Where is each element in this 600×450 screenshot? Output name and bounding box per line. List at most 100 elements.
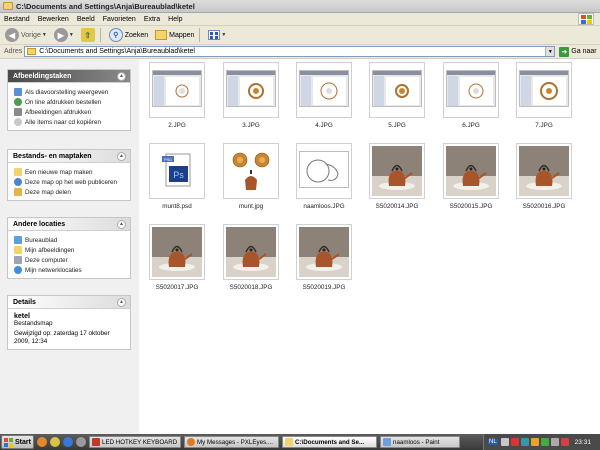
file-thumbnail[interactable] [296, 224, 352, 280]
file-thumbnail[interactable]: PSD Ps [149, 143, 205, 199]
network-places-link[interactable]: Mijn netwerklocaties [14, 265, 126, 275]
file-name[interactable]: naamloos.JPG [288, 203, 360, 210]
file-thumbnail[interactable] [223, 143, 279, 199]
details-header[interactable]: Details ▲ [8, 296, 130, 309]
taskbar-button-label: LED HOTKEY KEYBOARD [102, 438, 178, 446]
details-panel: Details ▲ ketel Bestandsmap Gewijzigd op… [7, 295, 131, 350]
copy-to-cd-link[interactable]: Alle items naar cd kopiëren [14, 117, 126, 127]
file-list: 2.JPG 3.JPG 4.JPG 5.JPG 6.JPG 7.JPG PSD Ps munt8… [139, 59, 600, 434]
collapse-chevron-icon[interactable]: ▲ [117, 219, 126, 229]
file-name[interactable]: 7.JPG [508, 122, 580, 129]
file-name[interactable]: S5020016.JPG [508, 203, 580, 210]
file-thumbnail[interactable] [296, 143, 352, 199]
file-name[interactable]: munt.jpg [215, 203, 287, 210]
menu-favorites[interactable]: Favorieten [99, 16, 140, 23]
forward-button[interactable]: ▶ ▼ [52, 27, 76, 43]
start-button[interactable]: Start [1, 435, 34, 449]
tray-icon[interactable] [540, 438, 549, 446]
file-name[interactable]: 2.JPG [141, 122, 213, 129]
tray-icon[interactable] [560, 438, 569, 446]
taskbar-button-messages[interactable]: My Messages - PXLEyes.... [184, 436, 279, 448]
svg-text:PSD: PSD [164, 157, 172, 162]
file-tasks-header[interactable]: Bestands- en maptaken ▲ [8, 150, 130, 163]
file-thumbnail[interactable] [296, 62, 352, 118]
link-label: Mijn afbeeldingen [25, 246, 75, 254]
file-name[interactable]: S5020017.JPG [141, 284, 213, 291]
windows-logo-icon [4, 437, 13, 447]
file-thumbnail[interactable] [223, 62, 279, 118]
file-thumbnail[interactable] [369, 143, 425, 199]
folders-button[interactable]: Mappen [153, 27, 196, 43]
file-name[interactable]: 4.JPG [288, 122, 360, 129]
file-thumbnail[interactable] [443, 62, 499, 118]
quicklaunch-icon[interactable] [50, 437, 60, 447]
quicklaunch-icon[interactable] [37, 437, 47, 447]
tray-icon[interactable] [530, 438, 539, 446]
new-folder-link[interactable]: Een nieuwe map maken [14, 167, 126, 177]
desktop-link[interactable]: Bureaublad [14, 235, 126, 245]
my-pictures-link[interactable]: Mijn afbeeldingen [14, 245, 126, 255]
other-places-panel: Andere locaties ▲ Bureaublad Mijn afbeel… [7, 217, 131, 279]
order-prints-link[interactable]: On line afdrukken bestellen [14, 97, 126, 107]
panel-title: Details [13, 298, 36, 306]
go-button[interactable]: ➜ Ga naar [559, 46, 597, 57]
picture-tasks-header[interactable]: Afbeeldingstaken ▲ [8, 70, 130, 83]
search-button[interactable]: ⚲ Zoeken [107, 27, 150, 43]
taskbar-button-explorer[interactable]: C:\Documents and Se... [282, 436, 377, 448]
collapse-chevron-icon[interactable]: ▲ [117, 297, 126, 307]
chevron-down-icon[interactable]: ▼ [545, 47, 555, 56]
address-input[interactable]: C:\Documents and Settings\Anja\Bureaubla… [24, 46, 556, 57]
print-pictures-link[interactable]: Afbeeldingen afdrukken [14, 107, 126, 117]
link-label: Bureaublad [25, 236, 58, 244]
back-button[interactable]: ◀ Vorige ▼ [3, 27, 49, 43]
tray-icon[interactable] [520, 438, 529, 446]
views-button[interactable]: ▼ [206, 27, 228, 43]
language-indicator[interactable]: NL [488, 439, 498, 445]
file-name[interactable]: 5.JPG [361, 122, 433, 129]
collapse-chevron-icon[interactable]: ▲ [117, 151, 126, 161]
file-name[interactable]: 6.JPG [435, 122, 507, 129]
taskbar-button-label: C:\Documents and Se... [295, 438, 365, 446]
other-places-header[interactable]: Andere locaties ▲ [8, 218, 130, 231]
collapse-chevron-icon[interactable]: ▲ [117, 71, 126, 81]
toolbar-separator [99, 28, 101, 42]
taskbar-button-keyboard[interactable]: LED HOTKEY KEYBOARD [89, 436, 181, 448]
file-name[interactable]: 3.JPG [215, 122, 287, 129]
menu-tools[interactable]: Extra [140, 16, 164, 23]
taskbar-button-paint[interactable]: naamloos - Paint [380, 436, 460, 448]
tray-icon[interactable] [510, 438, 519, 446]
link-label: Een nieuwe map maken [25, 168, 93, 176]
file-name[interactable]: S5020019.JPG [288, 284, 360, 291]
quicklaunch-icon[interactable] [63, 437, 73, 447]
menu-file[interactable]: Bestand [0, 16, 34, 23]
quicklaunch-icon[interactable] [76, 437, 86, 447]
link-label: Afbeeldingen afdrukken [25, 108, 92, 116]
desktop-icon [14, 236, 22, 244]
file-thumbnail[interactable] [223, 224, 279, 280]
file-thumbnail[interactable] [149, 62, 205, 118]
tray-icon[interactable] [500, 438, 509, 446]
volume-icon[interactable] [550, 438, 559, 446]
file-name[interactable]: S5020018.JPG [215, 284, 287, 291]
file-thumbnail[interactable] [443, 143, 499, 199]
file-name[interactable]: S5020015.JPG [435, 203, 507, 210]
publish-web-link[interactable]: Deze map op het web publiceren [14, 177, 126, 187]
clock[interactable]: 23:31 [575, 439, 591, 446]
menu-help[interactable]: Help [164, 16, 186, 23]
my-computer-link[interactable]: Deze computer [14, 255, 126, 265]
file-thumbnail[interactable] [369, 62, 425, 118]
up-folder-button[interactable]: ⇧ [79, 27, 97, 43]
file-thumbnail[interactable] [516, 62, 572, 118]
panel-title: Afbeeldingstaken [13, 72, 72, 80]
menu-view[interactable]: Beeld [73, 16, 99, 23]
svg-text:Ps: Ps [173, 170, 184, 180]
share-folder-link[interactable]: Deze map delen [14, 187, 126, 197]
slideshow-link[interactable]: Als diavoorstelling weergeven [14, 87, 126, 97]
file-name[interactable]: munt8.psd [141, 203, 213, 210]
title-bar: C:\Documents and Settings\Anja\Bureaubla… [0, 0, 600, 13]
file-thumbnail[interactable] [149, 224, 205, 280]
menu-edit[interactable]: Bewerken [34, 16, 73, 23]
app-icon [92, 438, 100, 446]
file-name[interactable]: S5020014.JPG [361, 203, 433, 210]
file-thumbnail[interactable] [516, 143, 572, 199]
